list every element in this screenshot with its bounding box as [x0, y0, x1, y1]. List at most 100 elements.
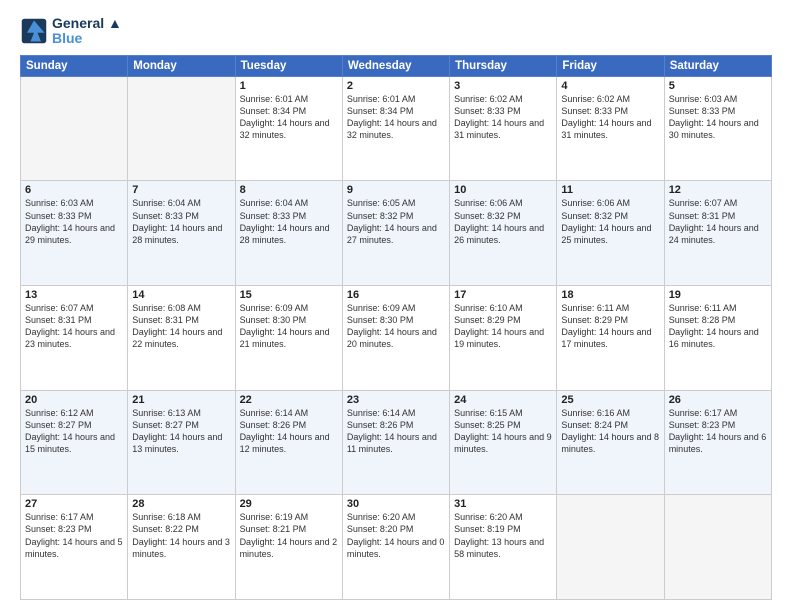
calendar-empty — [557, 495, 664, 600]
calendar-day: 3Sunrise: 6:02 AM Sunset: 8:33 PM Daylig… — [450, 76, 557, 181]
calendar-week-row: 13Sunrise: 6:07 AM Sunset: 8:31 PM Dayli… — [21, 286, 772, 391]
calendar-empty — [21, 76, 128, 181]
day-number: 13 — [25, 289, 123, 301]
day-number: 6 — [25, 184, 123, 196]
day-number: 10 — [454, 184, 552, 196]
calendar-day: 5Sunrise: 6:03 AM Sunset: 8:33 PM Daylig… — [664, 76, 771, 181]
day-info: Sunrise: 6:12 AM Sunset: 8:27 PM Dayligh… — [25, 407, 123, 456]
calendar-day: 13Sunrise: 6:07 AM Sunset: 8:31 PM Dayli… — [21, 286, 128, 391]
calendar-empty — [664, 495, 771, 600]
day-info: Sunrise: 6:13 AM Sunset: 8:27 PM Dayligh… — [132, 407, 230, 456]
calendar-day: 26Sunrise: 6:17 AM Sunset: 8:23 PM Dayli… — [664, 390, 771, 495]
day-info: Sunrise: 6:16 AM Sunset: 8:24 PM Dayligh… — [561, 407, 659, 456]
day-info: Sunrise: 6:09 AM Sunset: 8:30 PM Dayligh… — [240, 302, 338, 351]
day-number: 27 — [25, 498, 123, 510]
day-info: Sunrise: 6:14 AM Sunset: 8:26 PM Dayligh… — [347, 407, 445, 456]
calendar-day: 23Sunrise: 6:14 AM Sunset: 8:26 PM Dayli… — [342, 390, 449, 495]
day-number: 26 — [669, 394, 767, 406]
day-number: 25 — [561, 394, 659, 406]
day-number: 8 — [240, 184, 338, 196]
day-info: Sunrise: 6:02 AM Sunset: 8:33 PM Dayligh… — [454, 93, 552, 142]
calendar-header-row: SundayMondayTuesdayWednesdayThursdayFrid… — [21, 55, 772, 76]
calendar-day: 20Sunrise: 6:12 AM Sunset: 8:27 PM Dayli… — [21, 390, 128, 495]
day-info: Sunrise: 6:20 AM Sunset: 8:19 PM Dayligh… — [454, 511, 552, 560]
weekday-header: Saturday — [664, 55, 771, 76]
day-number: 7 — [132, 184, 230, 196]
day-info: Sunrise: 6:08 AM Sunset: 8:31 PM Dayligh… — [132, 302, 230, 351]
day-number: 14 — [132, 289, 230, 301]
day-info: Sunrise: 6:11 AM Sunset: 8:28 PM Dayligh… — [669, 302, 767, 351]
page: General ▲Blue SundayMondayTuesdayWednesd… — [0, 0, 792, 612]
calendar-day: 31Sunrise: 6:20 AM Sunset: 8:19 PM Dayli… — [450, 495, 557, 600]
calendar-day: 2Sunrise: 6:01 AM Sunset: 8:34 PM Daylig… — [342, 76, 449, 181]
day-number: 19 — [669, 289, 767, 301]
day-info: Sunrise: 6:05 AM Sunset: 8:32 PM Dayligh… — [347, 197, 445, 246]
weekday-header: Sunday — [21, 55, 128, 76]
logo: General ▲Blue — [20, 16, 122, 47]
calendar-day: 16Sunrise: 6:09 AM Sunset: 8:30 PM Dayli… — [342, 286, 449, 391]
day-info: Sunrise: 6:03 AM Sunset: 8:33 PM Dayligh… — [25, 197, 123, 246]
calendar-day: 18Sunrise: 6:11 AM Sunset: 8:29 PM Dayli… — [557, 286, 664, 391]
calendar-day: 30Sunrise: 6:20 AM Sunset: 8:20 PM Dayli… — [342, 495, 449, 600]
weekday-header: Monday — [128, 55, 235, 76]
calendar-day: 19Sunrise: 6:11 AM Sunset: 8:28 PM Dayli… — [664, 286, 771, 391]
calendar-day: 25Sunrise: 6:16 AM Sunset: 8:24 PM Dayli… — [557, 390, 664, 495]
calendar-day: 11Sunrise: 6:06 AM Sunset: 8:32 PM Dayli… — [557, 181, 664, 286]
day-number: 21 — [132, 394, 230, 406]
day-info: Sunrise: 6:19 AM Sunset: 8:21 PM Dayligh… — [240, 511, 338, 560]
calendar-week-row: 20Sunrise: 6:12 AM Sunset: 8:27 PM Dayli… — [21, 390, 772, 495]
calendar-week-row: 1Sunrise: 6:01 AM Sunset: 8:34 PM Daylig… — [21, 76, 772, 181]
day-info: Sunrise: 6:01 AM Sunset: 8:34 PM Dayligh… — [240, 93, 338, 142]
day-info: Sunrise: 6:01 AM Sunset: 8:34 PM Dayligh… — [347, 93, 445, 142]
weekday-header: Thursday — [450, 55, 557, 76]
day-number: 22 — [240, 394, 338, 406]
calendar-day: 29Sunrise: 6:19 AM Sunset: 8:21 PM Dayli… — [235, 495, 342, 600]
day-info: Sunrise: 6:17 AM Sunset: 8:23 PM Dayligh… — [669, 407, 767, 456]
day-info: Sunrise: 6:15 AM Sunset: 8:25 PM Dayligh… — [454, 407, 552, 456]
day-info: Sunrise: 6:03 AM Sunset: 8:33 PM Dayligh… — [669, 93, 767, 142]
weekday-header: Friday — [557, 55, 664, 76]
day-number: 16 — [347, 289, 445, 301]
day-info: Sunrise: 6:09 AM Sunset: 8:30 PM Dayligh… — [347, 302, 445, 351]
day-info: Sunrise: 6:18 AM Sunset: 8:22 PM Dayligh… — [132, 511, 230, 560]
day-number: 18 — [561, 289, 659, 301]
calendar-day: 28Sunrise: 6:18 AM Sunset: 8:22 PM Dayli… — [128, 495, 235, 600]
day-number: 11 — [561, 184, 659, 196]
day-number: 28 — [132, 498, 230, 510]
day-number: 20 — [25, 394, 123, 406]
weekday-header: Tuesday — [235, 55, 342, 76]
day-info: Sunrise: 6:07 AM Sunset: 8:31 PM Dayligh… — [669, 197, 767, 246]
calendar-day: 1Sunrise: 6:01 AM Sunset: 8:34 PM Daylig… — [235, 76, 342, 181]
header: General ▲Blue — [20, 16, 772, 47]
calendar-day: 14Sunrise: 6:08 AM Sunset: 8:31 PM Dayli… — [128, 286, 235, 391]
calendar-table: SundayMondayTuesdayWednesdayThursdayFrid… — [20, 55, 772, 600]
day-info: Sunrise: 6:06 AM Sunset: 8:32 PM Dayligh… — [561, 197, 659, 246]
day-info: Sunrise: 6:14 AM Sunset: 8:26 PM Dayligh… — [240, 407, 338, 456]
calendar-day: 6Sunrise: 6:03 AM Sunset: 8:33 PM Daylig… — [21, 181, 128, 286]
day-number: 29 — [240, 498, 338, 510]
day-number: 31 — [454, 498, 552, 510]
calendar-day: 4Sunrise: 6:02 AM Sunset: 8:33 PM Daylig… — [557, 76, 664, 181]
calendar-day: 17Sunrise: 6:10 AM Sunset: 8:29 PM Dayli… — [450, 286, 557, 391]
day-number: 5 — [669, 80, 767, 92]
day-number: 24 — [454, 394, 552, 406]
calendar-day: 12Sunrise: 6:07 AM Sunset: 8:31 PM Dayli… — [664, 181, 771, 286]
day-info: Sunrise: 6:07 AM Sunset: 8:31 PM Dayligh… — [25, 302, 123, 351]
logo-icon — [20, 17, 48, 45]
calendar-day: 24Sunrise: 6:15 AM Sunset: 8:25 PM Dayli… — [450, 390, 557, 495]
day-info: Sunrise: 6:17 AM Sunset: 8:23 PM Dayligh… — [25, 511, 123, 560]
calendar-day: 15Sunrise: 6:09 AM Sunset: 8:30 PM Dayli… — [235, 286, 342, 391]
logo-text: General ▲Blue — [52, 16, 122, 47]
day-info: Sunrise: 6:20 AM Sunset: 8:20 PM Dayligh… — [347, 511, 445, 560]
day-number: 9 — [347, 184, 445, 196]
calendar-empty — [128, 76, 235, 181]
calendar-week-row: 6Sunrise: 6:03 AM Sunset: 8:33 PM Daylig… — [21, 181, 772, 286]
day-info: Sunrise: 6:06 AM Sunset: 8:32 PM Dayligh… — [454, 197, 552, 246]
calendar-day: 21Sunrise: 6:13 AM Sunset: 8:27 PM Dayli… — [128, 390, 235, 495]
calendar-day: 8Sunrise: 6:04 AM Sunset: 8:33 PM Daylig… — [235, 181, 342, 286]
day-info: Sunrise: 6:02 AM Sunset: 8:33 PM Dayligh… — [561, 93, 659, 142]
day-info: Sunrise: 6:04 AM Sunset: 8:33 PM Dayligh… — [132, 197, 230, 246]
calendar-day: 27Sunrise: 6:17 AM Sunset: 8:23 PM Dayli… — [21, 495, 128, 600]
day-info: Sunrise: 6:11 AM Sunset: 8:29 PM Dayligh… — [561, 302, 659, 351]
day-number: 4 — [561, 80, 659, 92]
